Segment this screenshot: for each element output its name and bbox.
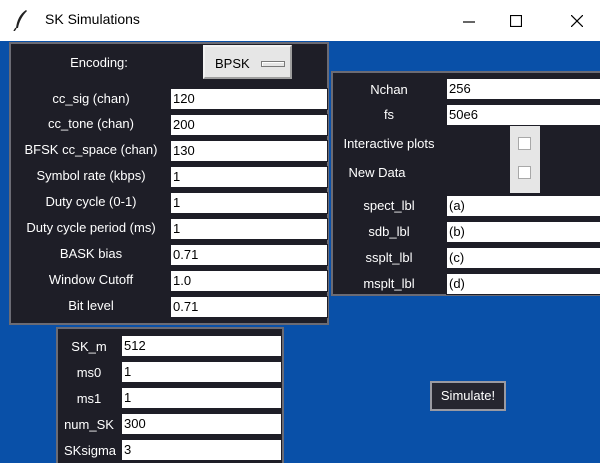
minimize-icon bbox=[463, 20, 475, 23]
close-button[interactable] bbox=[554, 0, 600, 41]
encoding-dropdown[interactable]: BPSK bbox=[203, 45, 292, 79]
window-title: SK Simulations bbox=[45, 11, 140, 27]
interactive-plots-label: Interactive plots bbox=[343, 136, 435, 151]
msplt-lbl-input[interactable]: (d) bbox=[446, 273, 600, 295]
symbol-rate-input[interactable]: 1 bbox=[170, 166, 328, 188]
spect-lbl-label: spect_lbl bbox=[363, 198, 415, 213]
window-cutoff-input[interactable]: 1.0 bbox=[170, 270, 328, 292]
cc-sig-label: cc_sig (chan) bbox=[52, 91, 130, 106]
sksigma-input[interactable]: 3 bbox=[121, 439, 282, 461]
sk-m-input[interactable]: 512 bbox=[121, 335, 282, 357]
feather-icon bbox=[13, 10, 27, 31]
sksigma-label: SKsigma bbox=[63, 443, 117, 458]
num-sk-label: num_SK bbox=[64, 417, 114, 432]
ssplt-lbl-input[interactable]: (c) bbox=[446, 247, 600, 269]
new-data-checkbox[interactable] bbox=[510, 155, 540, 193]
sk-panel: SK_m 512 ms0 1 ms1 1 num_SK 300 SKsigma … bbox=[56, 327, 284, 463]
duty-cycle-period-input[interactable]: 1 bbox=[170, 218, 328, 240]
ms1-input[interactable]: 1 bbox=[121, 387, 282, 409]
fs-input[interactable]: 50e6 bbox=[446, 104, 600, 126]
nchan-input[interactable]: 256 bbox=[446, 78, 600, 100]
bfsk-cc-space-label: BFSK cc_space (chan) bbox=[24, 142, 158, 157]
close-icon bbox=[571, 14, 583, 27]
duty-cycle-input[interactable]: 1 bbox=[170, 192, 328, 214]
fs-label: fs bbox=[383, 107, 395, 122]
menu-indicator-icon bbox=[261, 61, 285, 67]
title-bar: SK Simulations bbox=[0, 0, 600, 41]
sdb-lbl-input[interactable]: (b) bbox=[446, 221, 600, 243]
bask-bias-input[interactable]: 0.71 bbox=[170, 244, 328, 266]
minimize-button[interactable] bbox=[446, 0, 492, 41]
ms0-label: ms0 bbox=[76, 365, 102, 380]
cc-tone-input[interactable]: 200 bbox=[170, 114, 328, 136]
encoding-value: BPSK bbox=[215, 56, 250, 71]
duty-cycle-label: Duty cycle (0-1) bbox=[45, 194, 137, 209]
window-client-area: Encoding: BPSK cc_sig (chan) 120 cc_tone… bbox=[0, 41, 600, 463]
ms0-input[interactable]: 1 bbox=[121, 361, 282, 383]
bask-bias-label: BASK bias bbox=[59, 246, 123, 261]
checkbox-icon bbox=[518, 137, 531, 150]
symbol-rate-label: Symbol rate (kbps) bbox=[36, 168, 146, 183]
encoding-label: Encoding: bbox=[70, 55, 128, 70]
sk-m-label: SK_m bbox=[71, 339, 107, 354]
window-cutoff-label: Window Cutoff bbox=[48, 272, 134, 287]
bit-level-input[interactable]: 0.71 bbox=[170, 296, 328, 318]
settings-panel: Nchan 256 fs 50e6 Interactive plots New … bbox=[331, 71, 600, 296]
maximize-button[interactable] bbox=[493, 0, 539, 41]
num-sk-input[interactable]: 300 bbox=[121, 413, 282, 435]
nchan-label: Nchan bbox=[370, 82, 408, 97]
duty-cycle-period-label: Duty cycle period (ms) bbox=[26, 220, 156, 235]
ms1-label: ms1 bbox=[76, 391, 102, 406]
new-data-label: New Data bbox=[348, 165, 406, 180]
cc-sig-input[interactable]: 120 bbox=[170, 88, 328, 110]
bfsk-cc-space-input[interactable]: 130 bbox=[170, 140, 328, 162]
bit-level-label: Bit level bbox=[68, 298, 114, 313]
msplt-lbl-label: msplt_lbl bbox=[363, 276, 415, 291]
spect-lbl-input[interactable]: (a) bbox=[446, 195, 600, 217]
simulate-button[interactable]: Simulate! bbox=[430, 381, 506, 411]
cc-tone-label: cc_tone (chan) bbox=[48, 116, 134, 131]
parameters-panel: Encoding: BPSK cc_sig (chan) 120 cc_tone… bbox=[9, 42, 329, 325]
sdb-lbl-label: sdb_lbl bbox=[368, 224, 410, 239]
checkbox-icon bbox=[518, 166, 531, 179]
maximize-icon bbox=[510, 14, 522, 27]
ssplt-lbl-label: ssplt_lbl bbox=[365, 250, 413, 265]
